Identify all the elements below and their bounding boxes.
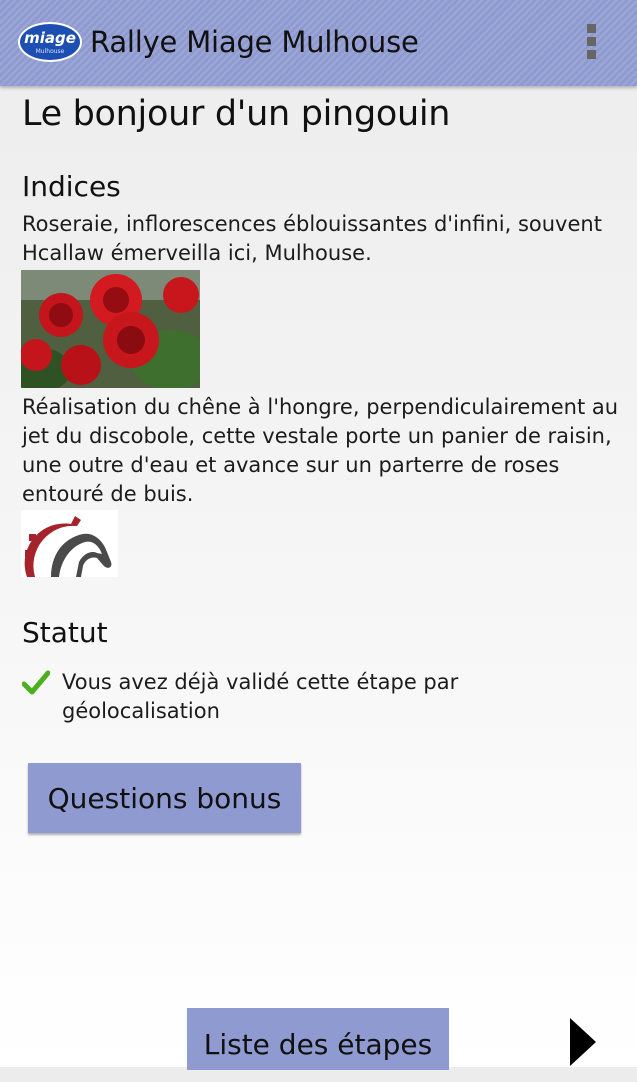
hint-text-2: Réalisation du chêne à l'hongre, perpend… — [22, 395, 619, 506]
app-title: Rallye Miage Mulhouse — [90, 25, 419, 59]
miage-logo: miage Mulhouse — [18, 22, 82, 62]
status-heading: Statut — [22, 616, 108, 649]
rose-photo — [21, 270, 200, 388]
logo-subtext: Mulhouse — [35, 48, 65, 55]
hints-heading: Indices — [22, 170, 121, 203]
horse-logo-image — [21, 510, 118, 577]
hint-text-1: Roseraie, inflorescences éblouissantes d… — [22, 212, 602, 265]
logo-text: miage — [24, 29, 76, 47]
checkmark-icon — [22, 670, 50, 695]
status-text: Vous avez déjà validé cette étape par gé… — [62, 670, 459, 723]
step-list-button[interactable]: Liste des étapes — [187, 1008, 449, 1070]
next-arrow-icon[interactable] — [568, 1016, 598, 1068]
step-title: Le bonjour d'un pingouin — [22, 94, 451, 134]
action-bar: miage Mulhouse Rallye Miage Mulhouse — [0, 0, 637, 86]
questions-bonus-button[interactable]: Questions bonus — [28, 763, 301, 833]
overflow-menu-icon[interactable] — [584, 24, 598, 62]
